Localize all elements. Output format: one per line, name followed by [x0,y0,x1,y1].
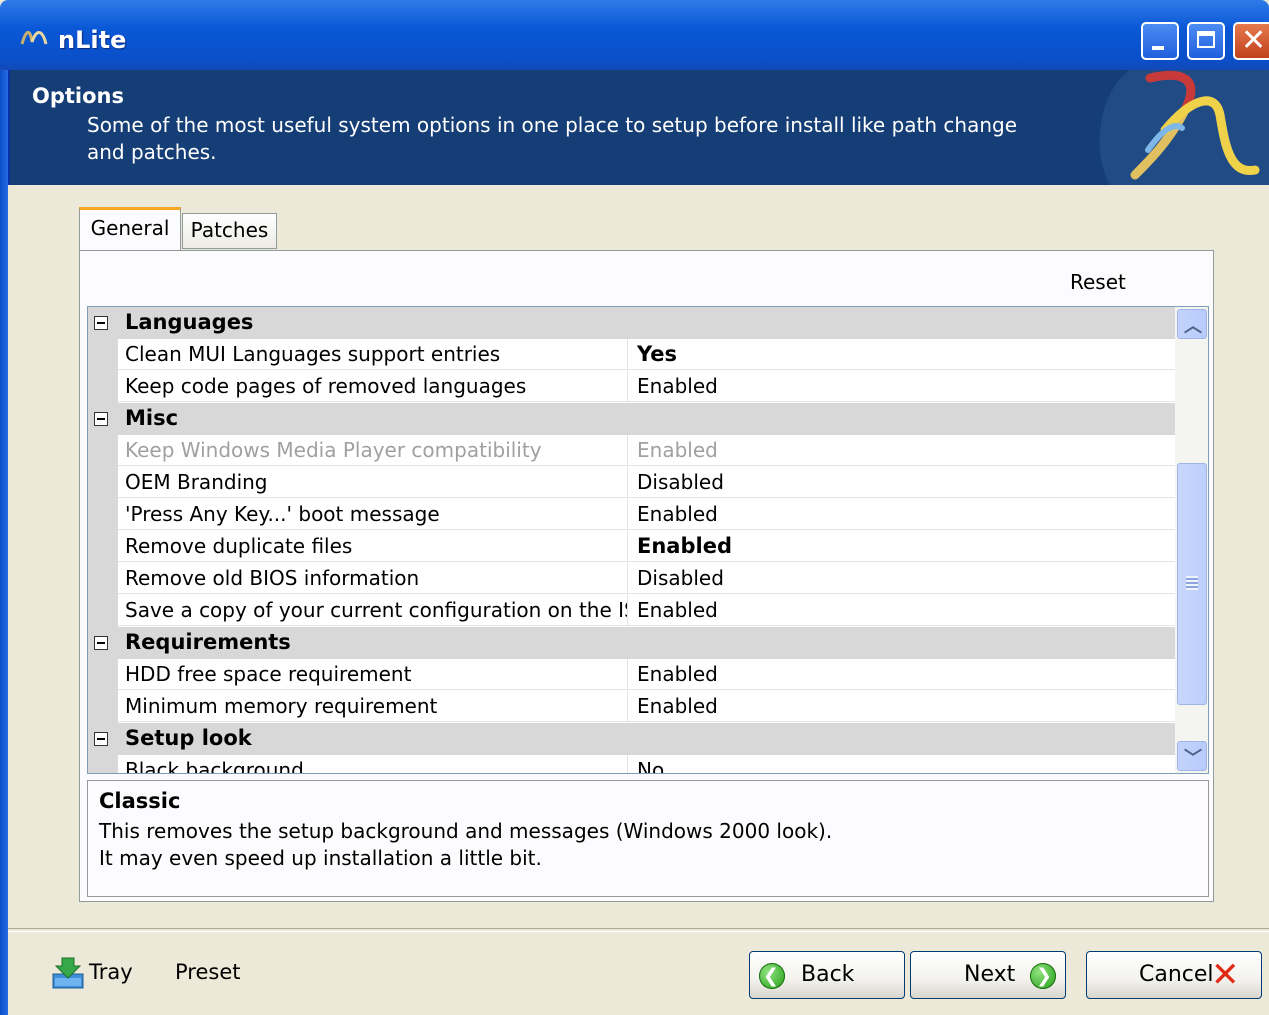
window-border [0,70,8,1015]
row-gutter [88,755,118,773]
row-gutter [88,435,118,467]
property-name: 'Press Any Key...' boot message [118,499,628,530]
property-name: Keep Windows Media Player compatibility [118,435,628,466]
property-name: Remove duplicate files [118,531,628,562]
category-label: Misc [125,406,179,430]
property-name: Save a copy of your current configuratio… [118,595,628,626]
property-value[interactable]: Disabled [628,467,1175,498]
grip-icon [1186,576,1198,590]
scroll-down-button[interactable]: ﹀ [1177,741,1207,771]
category-row[interactable]: Requirements [88,627,1175,659]
property-row[interactable]: Clean MUI Languages support entries Yes [88,339,1175,371]
row-gutter [88,691,118,723]
nlite-app-icon [20,31,48,45]
nlite-logo-icon [1099,70,1269,185]
property-row[interactable]: Keep code pages of removed languages Enab… [88,371,1175,403]
property-value[interactable]: Enabled [628,531,1175,562]
tray-link[interactable]: Tray [89,960,133,984]
property-row[interactable]: Minimum memory requirement Enabled [88,691,1175,723]
category-row[interactable]: Setup look [88,723,1175,755]
row-gutter [88,499,118,531]
close-icon: ✕ [1241,23,1267,58]
scroll-up-button[interactable]: ︿ [1177,309,1207,339]
property-name: Keep code pages of removed languages [118,371,628,402]
collapse-minus-icon[interactable] [94,732,108,746]
property-row[interactable]: Save a copy of your current configuratio… [88,595,1175,627]
cancel-x-icon: ✕ [1211,955,1240,995]
vertical-scrollbar[interactable]: ︿ ﹀ [1175,307,1208,773]
property-row[interactable]: Remove duplicate files Enabled [88,531,1175,563]
category-label: Languages [125,310,254,334]
property-name: Minimum memory requirement [118,691,628,722]
row-gutter [88,531,118,563]
property-value[interactable]: Yes [628,339,1175,370]
property-row[interactable]: 'Press Any Key...' boot message Enabled [88,499,1175,531]
nlite-window: nLite ✕ Options Some of the most useful … [0,0,1269,1015]
preset-link[interactable]: Preset [175,960,240,984]
property-name: OEM Branding [118,467,628,498]
row-gutter [88,595,118,627]
property-value[interactable]: Disabled [628,563,1175,594]
property-row[interactable]: Black background No [88,755,1175,773]
description-text: This removes the setup background and me… [99,819,833,870]
row-gutter [88,371,118,403]
property-grid[interactable]: Languages Clean MUI Languages support ent… [87,306,1209,774]
property-row[interactable]: HDD free space requirement Enabled [88,659,1175,691]
collapse-minus-icon[interactable] [94,316,108,330]
description-box: Classic This removes the setup backgroun… [87,780,1209,897]
next-button-label: Next [964,962,1016,987]
collapse-minus-icon[interactable] [94,636,108,650]
row-gutter [88,467,118,499]
cancel-button-label: Cancel [1139,962,1214,987]
maximize-button[interactable] [1187,22,1225,60]
category-label: Requirements [125,630,291,654]
row-gutter [88,659,118,691]
next-arrow-icon: ❯ [1030,963,1056,989]
window-title: nLite [58,26,127,54]
description-title: Classic [99,789,181,813]
property-value[interactable]: Enabled [628,371,1175,402]
property-value[interactable]: Enabled [628,691,1175,722]
tab-general[interactable]: General [79,207,181,252]
row-gutter [88,563,118,595]
header-banner: Options Some of the most useful system o… [8,70,1269,185]
back-button-label: Back [801,962,855,987]
property-name: HDD free space requirement [118,659,628,690]
footer-separator [8,928,1269,932]
tab-patches[interactable]: Patches [182,213,277,249]
next-button[interactable]: Next ❯ [910,951,1066,999]
tray-icon[interactable] [52,956,84,990]
property-row[interactable]: Keep Windows Media Player compatibility E… [88,435,1175,467]
cancel-button[interactable]: Cancel ✕ [1086,951,1262,999]
chevron-down-icon: ﹀ [1184,748,1202,769]
property-name: Clean MUI Languages support entries [118,339,628,370]
page-title: Options [32,84,124,108]
property-value[interactable]: Enabled [628,435,1175,466]
property-row[interactable]: Remove old BIOS information Disabled [88,563,1175,595]
chevron-up-icon: ︿ [1184,316,1202,337]
collapse-minus-icon[interactable] [94,412,108,426]
property-row[interactable]: OEM Branding Disabled [88,467,1175,499]
scrollbar-thumb[interactable] [1177,463,1207,705]
property-name: Remove old BIOS information [118,563,628,594]
back-arrow-icon: ❮ [759,963,785,989]
minimize-button[interactable] [1141,22,1179,60]
category-label: Setup look [125,726,252,750]
property-value[interactable]: Enabled [628,499,1175,530]
category-row[interactable]: Misc [88,403,1175,435]
property-value[interactable]: Enabled [628,659,1175,690]
page-description: Some of the most useful system options i… [87,113,1018,164]
property-name: Black background [118,755,628,773]
close-button[interactable]: ✕ [1233,22,1269,60]
property-value[interactable]: Enabled [628,595,1175,626]
back-button[interactable]: ❮ Back [749,951,905,999]
row-gutter [88,339,118,371]
property-value[interactable]: No [628,755,1175,773]
reset-button[interactable]: Reset [1070,270,1126,294]
title-bar[interactable]: nLite ✕ [0,0,1269,70]
category-row[interactable]: Languages [88,307,1175,339]
